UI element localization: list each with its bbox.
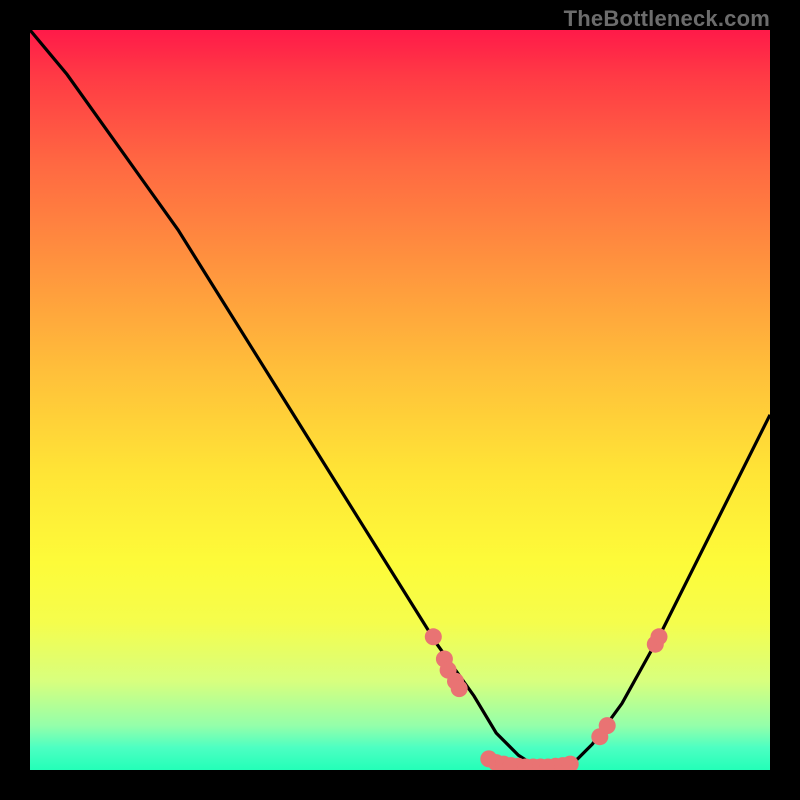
- bottleneck-chart-svg: [30, 30, 770, 770]
- curve-marker: [425, 628, 442, 645]
- curve-markers: [425, 628, 668, 770]
- bottleneck-curve: [30, 30, 770, 768]
- chart-plot-area: [30, 30, 770, 770]
- attribution-text: TheBottleneck.com: [564, 6, 770, 32]
- curve-marker: [651, 628, 668, 645]
- curve-marker: [451, 680, 468, 697]
- curve-marker: [599, 717, 616, 734]
